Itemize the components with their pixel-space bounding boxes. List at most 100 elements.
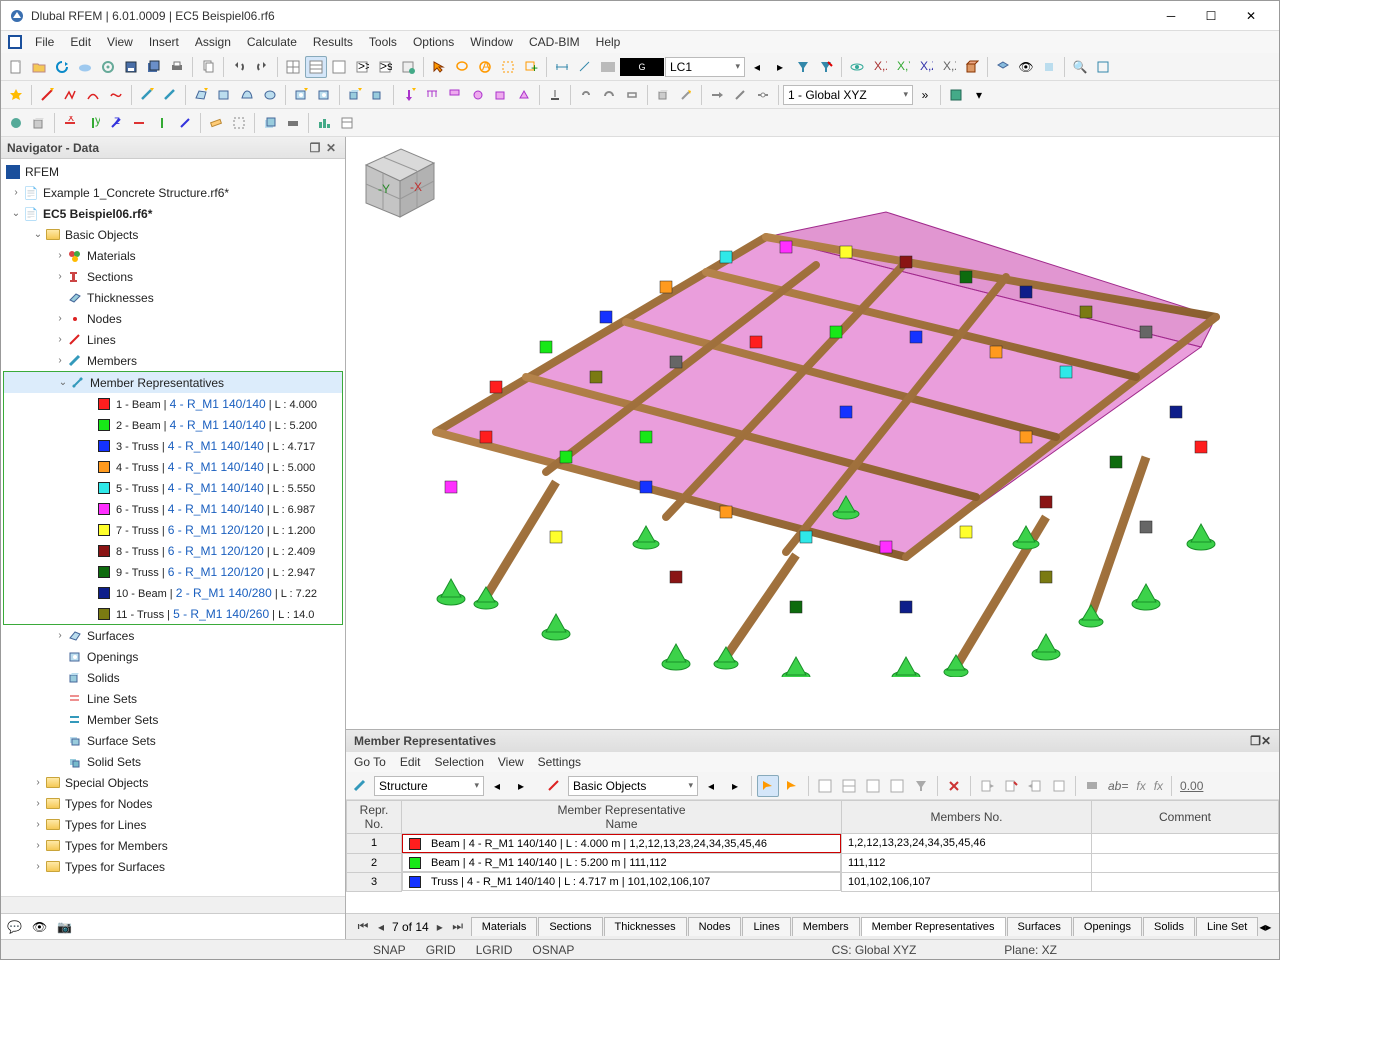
table-row[interactable]: 2Beam | 4 - R_M1 140/140 | L : 5.200 m |… bbox=[347, 853, 1279, 872]
render-wire-icon[interactable] bbox=[28, 112, 50, 134]
member2-icon[interactable] bbox=[159, 84, 181, 106]
tab-prev-icon[interactable]: ◂ bbox=[374, 920, 388, 934]
bp-fx1-icon[interactable]: fx bbox=[1133, 775, 1148, 797]
view-3d[interactable]: -Y -X bbox=[346, 137, 1279, 729]
zoom-fit-icon[interactable] bbox=[1092, 56, 1114, 78]
node-star-icon[interactable] bbox=[5, 84, 27, 106]
menu-help[interactable]: Help bbox=[588, 33, 629, 51]
menu-results[interactable]: Results bbox=[305, 33, 361, 51]
extend-icon[interactable] bbox=[706, 84, 728, 106]
lc-combo[interactable]: LC1 bbox=[665, 57, 745, 77]
filter-icon[interactable] bbox=[792, 56, 814, 78]
script1-icon[interactable]: >> bbox=[351, 56, 373, 78]
zoom-icon[interactable]: 🔍 bbox=[1069, 56, 1091, 78]
menu-window[interactable]: Window bbox=[462, 33, 521, 51]
view-iso-icon[interactable]: X,X bbox=[938, 56, 960, 78]
bp-prev2-icon[interactable]: ◂ bbox=[700, 775, 722, 797]
select-lasso-icon[interactable] bbox=[451, 56, 473, 78]
layer3-icon[interactable] bbox=[1038, 56, 1060, 78]
bottom-tab[interactable]: Solids bbox=[1143, 917, 1195, 936]
status-osnap[interactable]: OSNAP bbox=[526, 943, 580, 957]
hinge-icon[interactable] bbox=[575, 84, 597, 106]
cs-combo[interactable]: 1 - Global XYZ bbox=[783, 85, 913, 105]
results-icon[interactable] bbox=[313, 112, 335, 134]
calc-more-icon[interactable]: ▾ bbox=[968, 84, 990, 106]
bp-menu-view[interactable]: View bbox=[498, 755, 524, 769]
view-cube[interactable]: -Y -X bbox=[346, 137, 446, 227]
clip-icon[interactable] bbox=[228, 112, 250, 134]
menu-tools[interactable]: Tools bbox=[361, 33, 405, 51]
line-star-icon[interactable] bbox=[36, 84, 58, 106]
bp-import-icon[interactable] bbox=[1024, 775, 1046, 797]
axis-y-icon[interactable]: y bbox=[82, 112, 104, 134]
bottom-tab[interactable]: Materials bbox=[471, 917, 538, 936]
view-z-icon[interactable]: X,Z bbox=[915, 56, 937, 78]
bp-grid4-icon[interactable] bbox=[886, 775, 908, 797]
tab-last-icon[interactable]: ⏭ bbox=[451, 919, 465, 934]
bp-export2-icon[interactable] bbox=[1000, 775, 1022, 797]
render-solid-icon[interactable] bbox=[5, 112, 27, 134]
new-icon[interactable] bbox=[5, 56, 27, 78]
axis-z-icon[interactable]: z bbox=[105, 112, 127, 134]
solid-icon[interactable] bbox=[367, 84, 389, 106]
surface-curve-icon[interactable] bbox=[236, 84, 258, 106]
minimize-button[interactable]: ─ bbox=[1151, 2, 1191, 30]
saveall-icon[interactable] bbox=[143, 56, 165, 78]
polyline-icon[interactable] bbox=[59, 84, 81, 106]
bottom-dock-icon[interactable]: ❐ bbox=[1250, 734, 1261, 748]
load-line-icon[interactable] bbox=[421, 84, 443, 106]
bp-menu-settings[interactable]: Settings bbox=[538, 755, 581, 769]
lc-next-icon[interactable]: ▸ bbox=[769, 56, 791, 78]
member-rep-item[interactable]: 8 - Truss | 6 - R_M1 120/120 | L : 2.409 bbox=[4, 540, 342, 561]
print-view-icon[interactable] bbox=[282, 112, 304, 134]
wand-icon[interactable] bbox=[675, 84, 697, 106]
addon-icon[interactable] bbox=[397, 56, 419, 78]
bp-precision-icon[interactable]: 0.00 bbox=[1177, 775, 1206, 797]
bp-del-icon[interactable] bbox=[943, 775, 965, 797]
grid2-icon[interactable] bbox=[305, 56, 327, 78]
select-add-icon[interactable]: + bbox=[520, 56, 542, 78]
surface-circle-icon[interactable] bbox=[259, 84, 281, 106]
arc-icon[interactable] bbox=[82, 84, 104, 106]
member-rep-item[interactable]: 1 - Beam | 4 - R_M1 140/140 | L : 4.000 bbox=[4, 393, 342, 414]
navigator-tree[interactable]: RFEM ›📄Example 1_Concrete Structure.rf6*… bbox=[1, 159, 345, 896]
navigator-dock-icon[interactable]: ❐ bbox=[307, 140, 323, 156]
surface-star-icon[interactable] bbox=[190, 84, 212, 106]
bp-combo-basic[interactable]: Basic Objects bbox=[568, 776, 698, 796]
navigator-close-icon[interactable]: ✕ bbox=[323, 140, 339, 156]
status-snap[interactable]: SNAP bbox=[367, 943, 412, 957]
rigid-icon[interactable] bbox=[621, 84, 643, 106]
dim1-icon[interactable] bbox=[551, 56, 573, 78]
cube-small-icon[interactable] bbox=[652, 84, 674, 106]
close-button[interactable]: ✕ bbox=[1231, 2, 1271, 30]
axis-neg-z-icon[interactable] bbox=[174, 112, 196, 134]
bp-prev-icon[interactable]: ◂ bbox=[486, 775, 508, 797]
bp-fx2-icon[interactable]: fx bbox=[1151, 775, 1166, 797]
view-x-icon[interactable]: X,X bbox=[869, 56, 891, 78]
member-rep-item[interactable]: 7 - Truss | 6 - R_M1 120/120 | L : 1.200 bbox=[4, 519, 342, 540]
menu-cadbim[interactable]: CAD-BIM bbox=[521, 33, 588, 51]
print-icon[interactable] bbox=[166, 56, 188, 78]
trim-icon[interactable] bbox=[729, 84, 751, 106]
tab-first-icon[interactable]: ⏮ bbox=[356, 919, 370, 934]
bp-display-icon[interactable] bbox=[1081, 775, 1103, 797]
bp-edit-icon[interactable] bbox=[1048, 775, 1070, 797]
bottom-tab[interactable]: Thicknesses bbox=[604, 917, 687, 936]
redo-icon[interactable] bbox=[251, 56, 273, 78]
status-grid[interactable]: GRID bbox=[420, 943, 462, 957]
select-arrow-icon[interactable] bbox=[428, 56, 450, 78]
load-mass-icon[interactable] bbox=[467, 84, 489, 106]
menu-calculate[interactable]: Calculate bbox=[239, 33, 305, 51]
bottom-tab[interactable]: Line Set bbox=[1196, 917, 1258, 936]
expand-icon[interactable]: ⌄ bbox=[9, 208, 23, 219]
copy-icon[interactable] bbox=[197, 56, 219, 78]
layer1-icon[interactable] bbox=[992, 56, 1014, 78]
expand-icon[interactable]: ⌄ bbox=[31, 229, 45, 240]
member-icon[interactable] bbox=[136, 84, 158, 106]
bottom-tab[interactable]: Members bbox=[792, 917, 860, 936]
table-row[interactable]: 1Beam | 4 - R_M1 140/140 | L : 4.000 m |… bbox=[347, 834, 1279, 854]
status-lgrid[interactable]: LGRID bbox=[470, 943, 519, 957]
nav-foot-camera-icon[interactable]: 📷 bbox=[57, 920, 72, 934]
grid3-icon[interactable] bbox=[328, 56, 350, 78]
axis-neg-x-icon[interactable] bbox=[128, 112, 150, 134]
